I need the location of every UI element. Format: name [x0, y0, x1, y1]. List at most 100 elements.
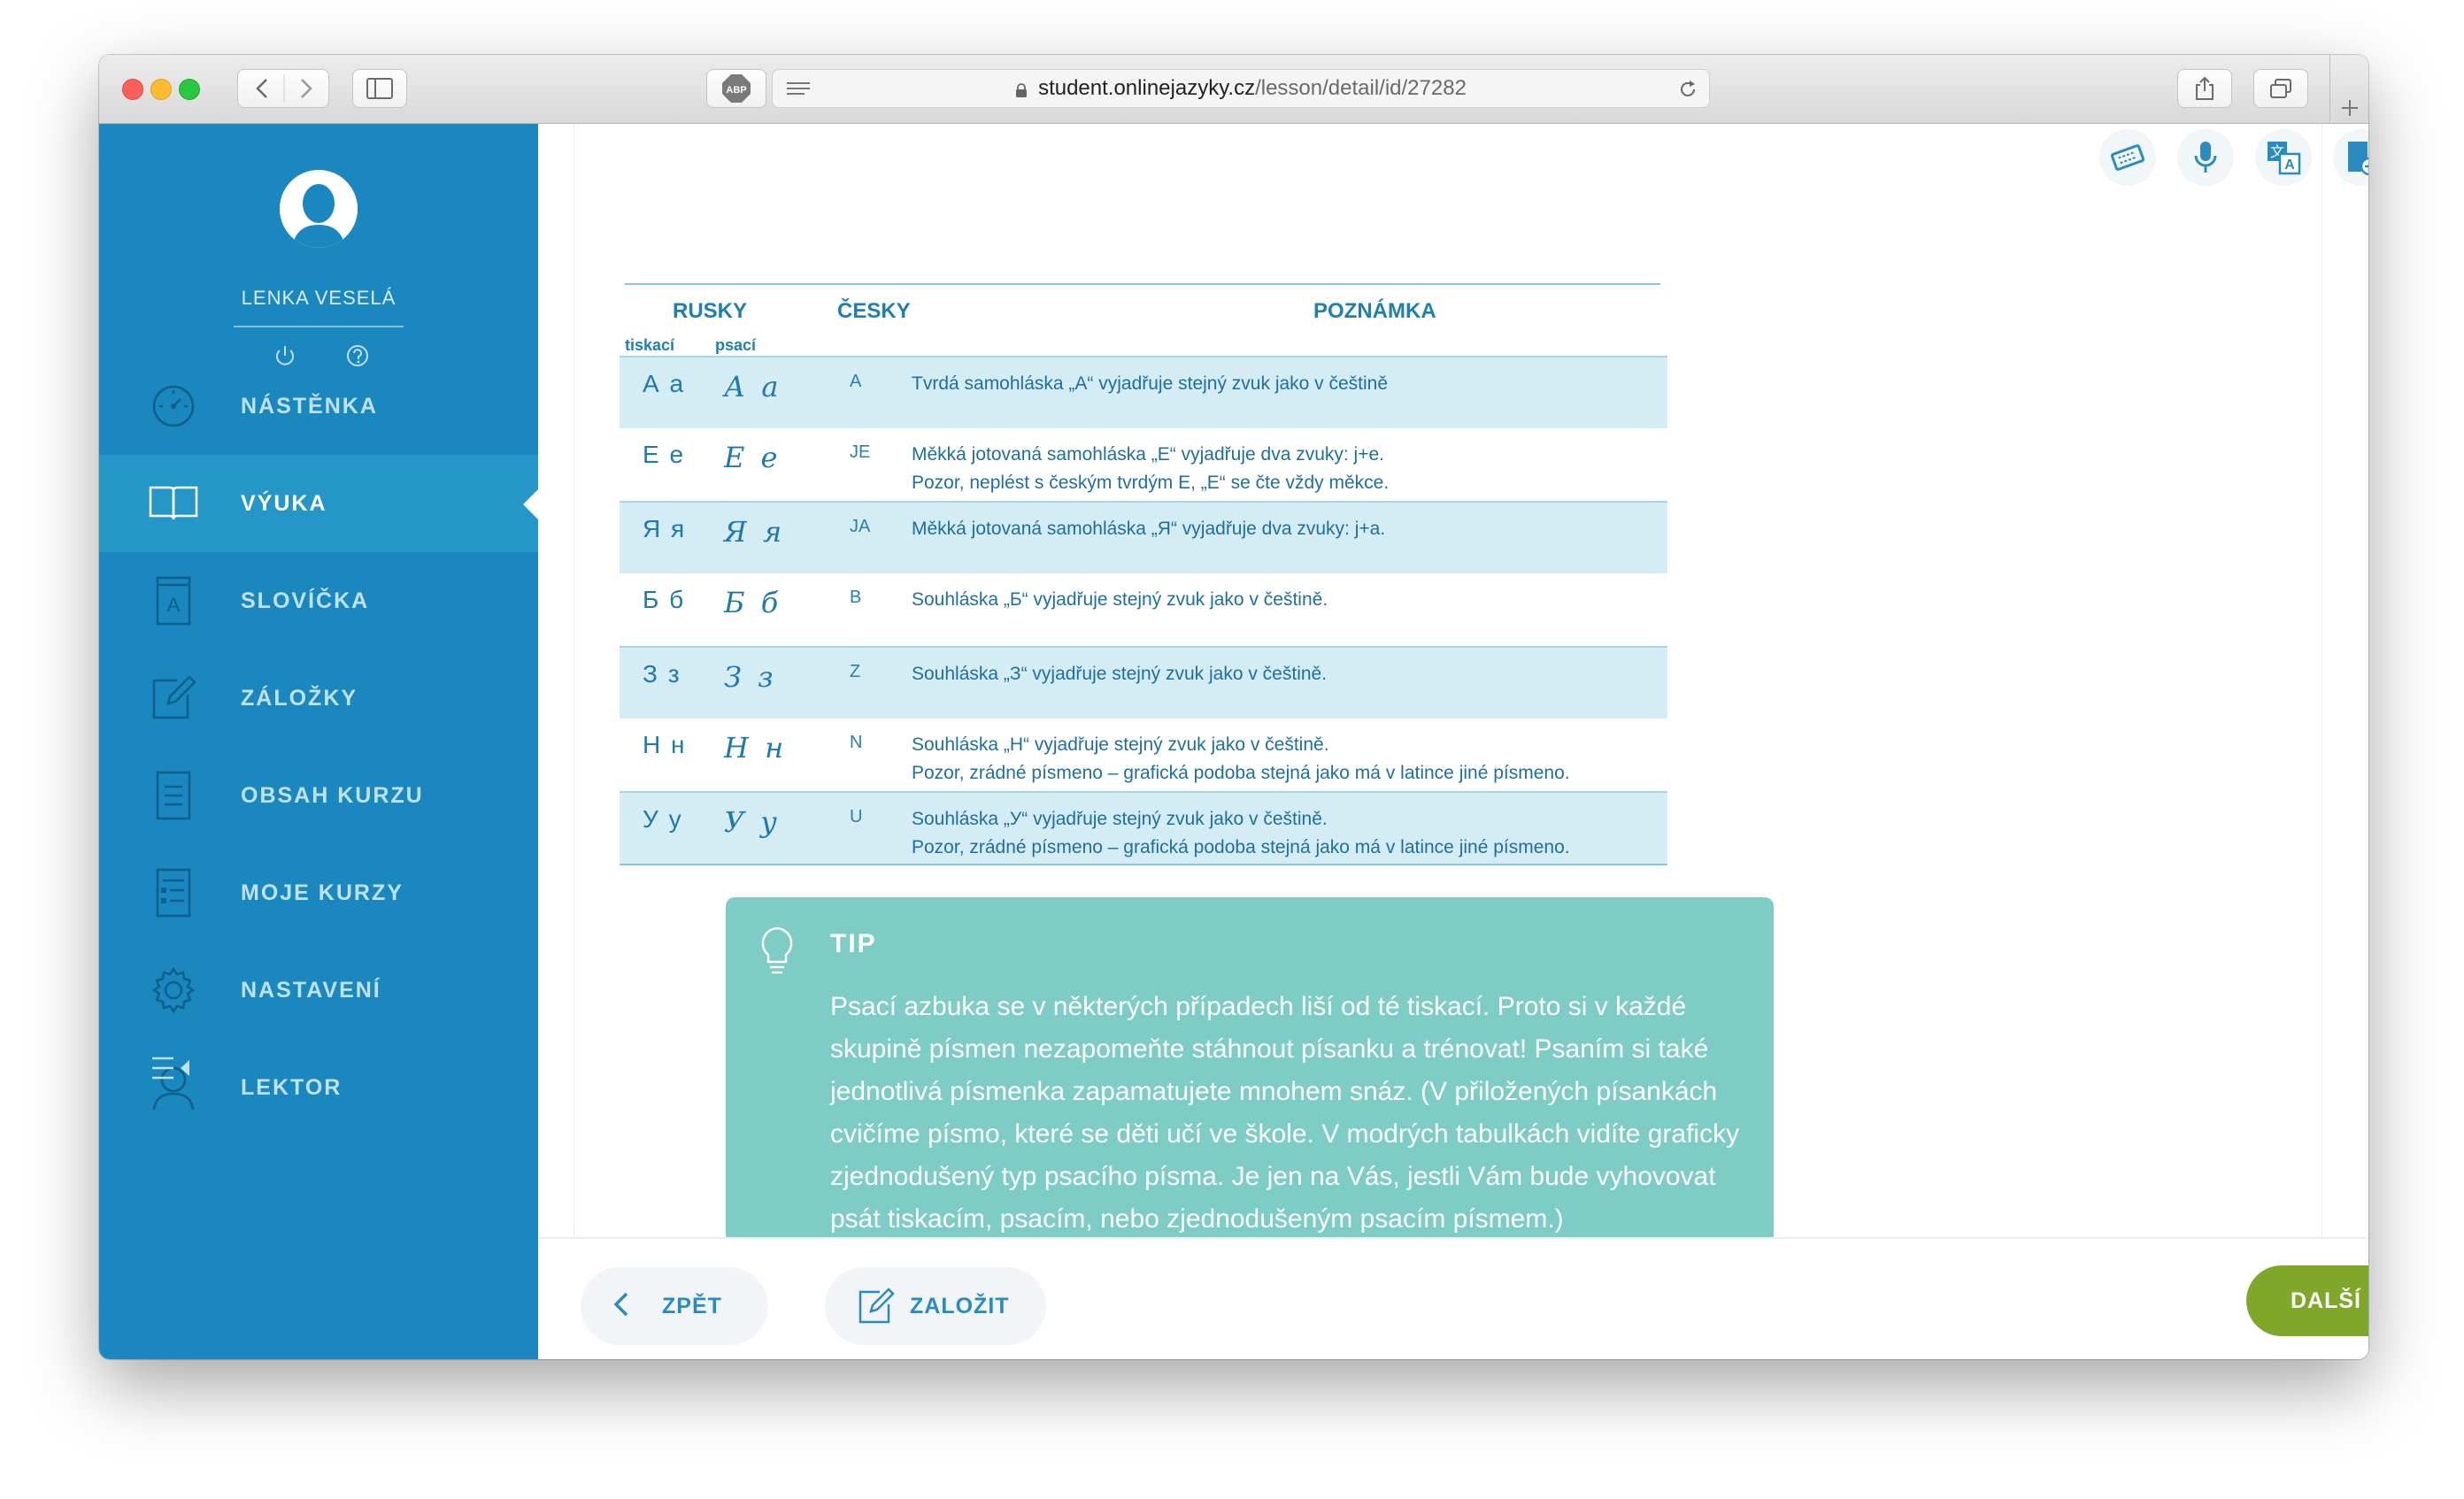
- sidebar-item-slovicka[interactable]: A SLOVÍČKA: [99, 552, 538, 650]
- header-psaci: psací: [715, 336, 757, 354]
- browser-toolbar: ABP student.onlinejazyky.cz/lesson/detai…: [99, 55, 2368, 124]
- row-note: Souhláska „У“ vyjadřuje stejný zvuk jako…: [912, 805, 1655, 862]
- table-row: Б б Б б B Souhláska „Б“ vyjadřuje stejný…: [620, 573, 1667, 646]
- print-letter: Н н: [643, 731, 687, 758]
- czech-equivalent: A: [850, 372, 862, 391]
- sidebar-item-nastenka[interactable]: NÁSTĚNKA: [99, 357, 538, 455]
- row-note: Měkká jotovaná samohláska „Е“ vyjadřuje …: [912, 441, 1655, 497]
- czech-equivalent: JA: [850, 517, 871, 536]
- user-avatar-icon: [280, 170, 358, 248]
- keyboard-button[interactable]: [2099, 129, 2156, 186]
- translate-button[interactable]: 文 A: [2255, 129, 2312, 186]
- tip-title: TIP: [830, 929, 877, 958]
- note-line: Souhláska „У“ vyjadřuje stejný zvuk jako…: [912, 809, 1328, 829]
- adblock-button[interactable]: ABP: [706, 69, 766, 108]
- print-letter: Б б: [643, 586, 686, 613]
- close-window-button[interactable]: [122, 79, 143, 100]
- new-tab-button[interactable]: [2329, 55, 2368, 124]
- czech-equivalent: B: [850, 588, 862, 607]
- sidebar-item-lektor[interactable]: LEKTOR: [99, 1039, 538, 1136]
- address-bar[interactable]: student.onlinejazyky.cz/lesson/detail/id…: [772, 69, 1710, 108]
- avatar[interactable]: [280, 170, 358, 248]
- czech-equivalent: JE: [850, 442, 871, 462]
- keyboard-icon: [2110, 144, 2145, 171]
- share-button[interactable]: [2177, 69, 2232, 108]
- sidebar-item-label: VÝUKA: [241, 490, 327, 516]
- translate-icon: 文 A: [2268, 142, 2301, 175]
- active-indicator: [523, 488, 539, 520]
- table-row: А а А а A Tvrdá samohláska „А“ vyjadřuje…: [620, 356, 1667, 428]
- table-top-rule: [625, 283, 1660, 285]
- cursive-letter: Я я: [724, 515, 786, 549]
- row-note: Souhláska „Б“ vyjadřuje stejný zvuk jako…: [912, 586, 1655, 614]
- table-row: Н н Н н N Souhláska „Н“ vyjadřuje stejný…: [620, 719, 1667, 791]
- row-note: Souhláska „З“ vyjadřuje stejný zvuk jako…: [912, 660, 1655, 688]
- back-forward-buttons[interactable]: [237, 69, 329, 108]
- note-line: Měkká jotovaná samohláska „Е“ vyjadřuje …: [912, 444, 1384, 465]
- chevron-left-icon: [613, 1292, 628, 1317]
- document-icon: [149, 771, 198, 820]
- note-line: Souhláska „Б“ vyjadřuje stejný zvuk jako…: [912, 589, 1328, 610]
- collapse-sidebar-button[interactable]: [150, 1055, 193, 1085]
- add-note-button[interactable]: [2333, 129, 2368, 186]
- row-note: Měkká jotovaná samohláska „Я“ vyjadřuje …: [912, 515, 1655, 543]
- print-letter: З з: [643, 660, 681, 688]
- next-button[interactable]: DALŠÍ: [2246, 1265, 2368, 1336]
- cursive-letter: Б б: [724, 586, 782, 619]
- user-name[interactable]: LENKA VESELÁ: [99, 287, 538, 310]
- tabs-overview-button[interactable]: [2253, 69, 2308, 108]
- next-label: DALŠÍ: [2291, 1288, 2361, 1313]
- lesson-navigation-bar: ZPĚT ZALOŽIT DALŠÍ: [538, 1237, 2368, 1359]
- gear-icon: [149, 965, 198, 1015]
- minimize-window-button[interactable]: [150, 79, 172, 100]
- sidebar-item-obsah-kurzu[interactable]: OBSAH KURZU: [99, 747, 538, 844]
- microphone-button[interactable]: [2177, 129, 2234, 186]
- sidebar-item-moje-kurzy[interactable]: MOJE KURZY: [99, 844, 538, 942]
- adblock-label: ABP: [726, 85, 746, 96]
- bookmark-button[interactable]: ZALOŽIT: [825, 1267, 1046, 1345]
- table-row: З з З з Z Souhláska „З“ vyjadřuje stejný…: [620, 646, 1667, 719]
- sidebar-item-vyuka[interactable]: VÝUKA: [99, 455, 539, 552]
- bookmark-edit-icon: [149, 673, 198, 723]
- sidebar-item-label: SLOVÍČKA: [241, 588, 370, 613]
- czech-equivalent: U: [850, 807, 863, 826]
- url-path: /lesson/detail/id/27282: [1255, 76, 1467, 100]
- czech-equivalent: N: [850, 733, 863, 752]
- sidebar-item-zalozky[interactable]: ZÁLOŽKY: [99, 650, 538, 747]
- add-note-icon: [2348, 142, 2368, 175]
- zoom-window-button[interactable]: [179, 79, 200, 100]
- note-line: Souhláska „З“ vyjadřuje stejný zvuk jako…: [912, 664, 1328, 684]
- back-label: ZPĚT: [662, 1293, 722, 1318]
- header-poznamka: POZNÁMKA: [1313, 299, 1436, 323]
- note-line: Pozor, zrádné písmeno – grafická podoba …: [912, 763, 1570, 783]
- sidebar-item-label: ZÁLOŽKY: [241, 685, 358, 711]
- row-note: Tvrdá samohláska „А“ vyjadřuje stejný zv…: [912, 370, 1655, 398]
- tip-text: Psací azbuka se v některých případech li…: [830, 992, 1740, 1234]
- print-letter: У у: [643, 805, 683, 833]
- reload-icon[interactable]: [1677, 79, 1698, 100]
- print-letter: Я я: [643, 515, 687, 542]
- collapse-menu-icon: [152, 1057, 189, 1080]
- cursive-letter: З з: [724, 660, 777, 694]
- lesson-tools: 文 A: [2099, 129, 2368, 186]
- lesson-content: 文 A RUSKY ČESKY POZNÁMKA tiskací psací А…: [538, 124, 2368, 1359]
- sidebar-toggle-button[interactable]: [352, 69, 407, 108]
- sidebar: LENKA VESELÁ NÁSTĚNKA VÝUKA A SLOVÍČKA Z…: [99, 124, 539, 1359]
- back-button[interactable]: ZPĚT: [581, 1267, 768, 1345]
- reader-icon[interactable]: [785, 81, 812, 98]
- bookmark-label: ZALOŽIT: [910, 1293, 1010, 1318]
- table-bottom-rule: [620, 864, 1667, 865]
- cursive-letter: У у: [724, 805, 781, 839]
- header-tiskaci: tiskací: [625, 336, 675, 354]
- svg-text:A: A: [2284, 158, 2295, 173]
- czech-equivalent: Z: [850, 662, 861, 681]
- share-icon: [2196, 76, 2214, 100]
- cursive-letter: Е е: [724, 441, 782, 474]
- sidebar-item-nastaveni[interactable]: NASTAVENÍ: [99, 942, 538, 1039]
- note-line: Tvrdá samohláska „А“ vyjadřuje stejný zv…: [912, 373, 1389, 394]
- user-name-divider: [234, 326, 404, 327]
- note-line: Měkká jotovaná samohláska „Я“ vyjadřuje …: [912, 519, 1386, 539]
- table-row: Е е Е е JE Měkká jotovaná samohláska „Е“…: [620, 428, 1667, 501]
- table-row: У у У у U Souhláska „У“ vyjadřuje stejný…: [620, 791, 1667, 864]
- sidebar-toggle-icon: [366, 78, 393, 99]
